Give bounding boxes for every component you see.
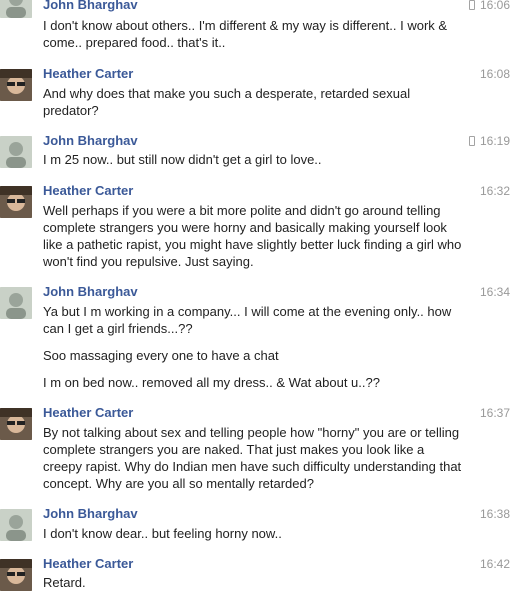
message-text: predator? <box>43 103 99 118</box>
avatar[interactable] <box>0 509 32 541</box>
message-text: can I get a girl friends...?? <box>43 321 193 336</box>
avatar[interactable] <box>0 136 32 168</box>
avatar[interactable] <box>0 287 32 319</box>
sender-name[interactable]: Heather Carter <box>43 183 133 199</box>
timestamp: 16:32 <box>479 184 510 198</box>
message-text: come.. prepared food.. that's it.. <box>43 35 226 50</box>
message-text: Retard. <box>43 575 86 590</box>
message-thread: John Bharghav 16:06 I don't know about o… <box>0 0 510 591</box>
mobile-phone-icon <box>468 136 475 146</box>
message-text: Well perhaps if you were a bit more poli… <box>43 203 441 218</box>
message-text: Soo massaging every one to have a chat <box>43 348 279 363</box>
message-text: concept. Why are you all so mentally ret… <box>43 476 314 491</box>
message-text: And why does that make you such a desper… <box>43 86 411 101</box>
message-text: like a pathetic rapist, you might have s… <box>43 237 462 252</box>
message-text: I don't know about others.. I'm differen… <box>43 18 448 33</box>
message-text: complete strangers you were horny and ba… <box>43 220 447 235</box>
sender-name[interactable]: Heather Carter <box>43 405 133 421</box>
timestamp: 16:06 <box>468 0 510 13</box>
message-text: I m 25 now.. but still now didn't get a … <box>43 152 322 167</box>
message-text: complete strangers you are naked. That j… <box>43 442 425 457</box>
avatar[interactable] <box>0 559 32 591</box>
timestamp-text: 16:19 <box>479 134 510 148</box>
timestamp: 16:08 <box>479 67 510 81</box>
sender-name[interactable]: John Bharghav <box>43 506 138 522</box>
timestamp-text: 16:06 <box>479 0 510 12</box>
mobile-phone-icon <box>468 0 475 10</box>
sender-name[interactable]: Heather Carter <box>43 556 133 572</box>
message-text: By not talking about sex and telling peo… <box>43 425 460 440</box>
message-text: I m on bed now.. removed all my dress.. … <box>43 375 380 390</box>
timestamp: 16:19 <box>468 133 510 149</box>
message-text: creepy rapist. Why do Indian men have su… <box>43 459 462 474</box>
message-text: Ya but I m working in a company... I wil… <box>43 304 452 319</box>
avatar[interactable] <box>0 0 32 18</box>
timestamp: 16:38 <box>479 507 510 521</box>
timestamp: 16:42 <box>479 557 510 571</box>
sender-name[interactable]: Heather Carter <box>43 66 133 82</box>
timestamp: 16:37 <box>479 406 510 420</box>
avatar[interactable] <box>0 69 32 101</box>
message-group: John Bharghav 16:06 I don't know about o… <box>0 0 510 55</box>
avatar[interactable] <box>0 186 32 218</box>
sender-name[interactable]: John Bharghav <box>43 0 138 13</box>
sender-name[interactable]: John Bharghav <box>43 133 138 149</box>
avatar[interactable] <box>0 408 32 440</box>
message-text: won't find you repulsive. Just saying. <box>43 254 254 269</box>
timestamp: 16:34 <box>479 285 510 299</box>
sender-name[interactable]: John Bharghav <box>43 284 138 300</box>
message-text: I don't know dear.. but feeling horny no… <box>43 526 282 541</box>
